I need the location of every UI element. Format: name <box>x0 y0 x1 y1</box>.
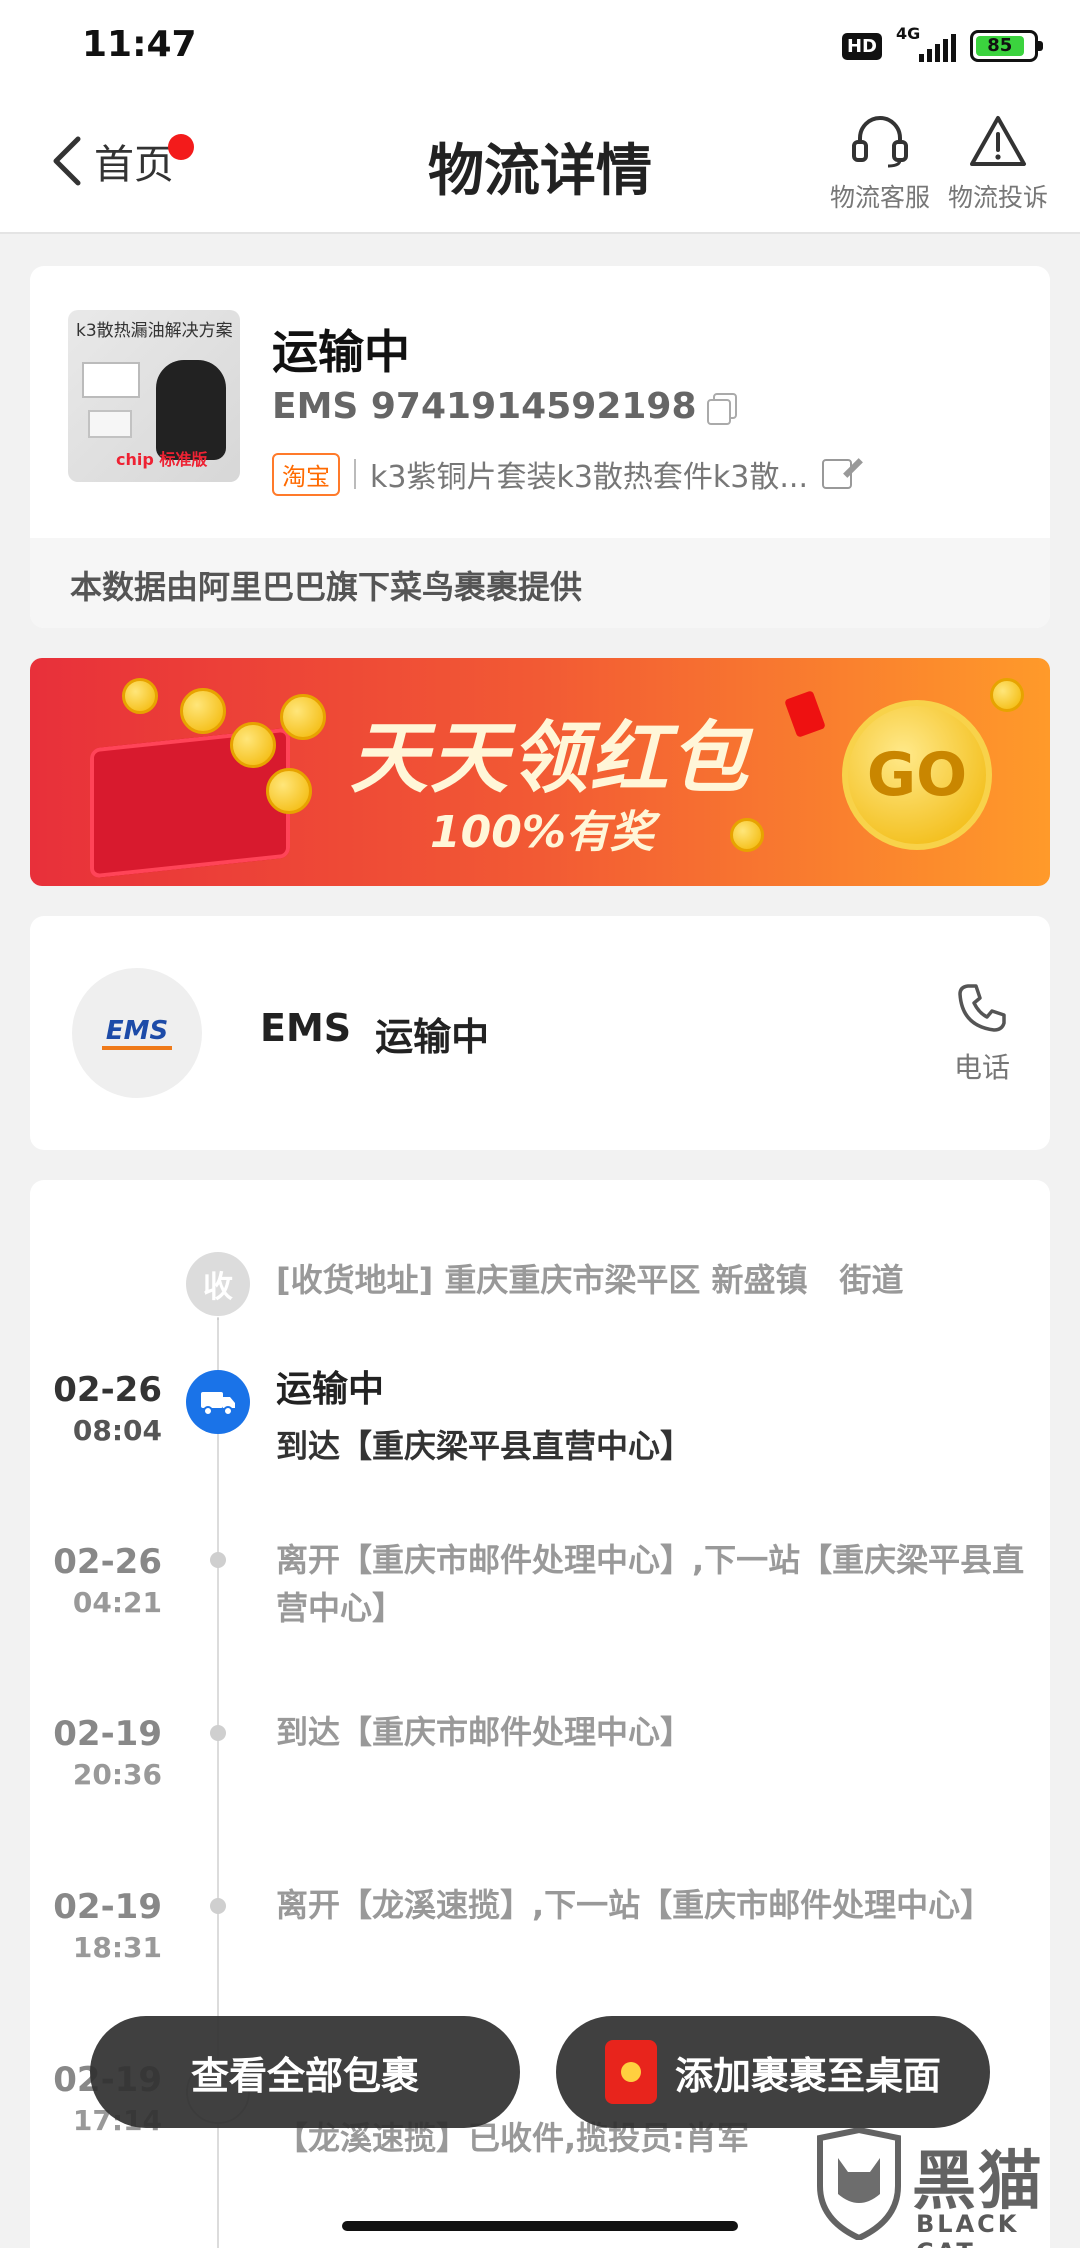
thumbnail-chip-label: chip 标准版 <box>116 450 208 469</box>
logistics-complaint-button[interactable]: 物流投诉 <box>938 112 1058 214</box>
event-datetime: 02-26 04:21 <box>53 1542 162 1619</box>
heatsink-plate-image <box>82 362 140 398</box>
banner-title: 天天领红包 <box>350 714 751 804</box>
timeline-dot <box>210 1898 226 1914</box>
status-icons: HD 4G 85 <box>841 24 1043 66</box>
red-packet-banner[interactable]: 天天领红包 100%有奖 GO <box>30 658 1050 886</box>
event-date: 02-26 <box>53 1542 162 1582</box>
battery-icon: 85 <box>970 30 1043 62</box>
item-name: k3紫铜片套装k3散热套件k3散... <box>370 460 808 495</box>
coin-icon <box>230 722 276 768</box>
tracking-number-row: EMS 9741914592198 <box>272 386 737 427</box>
event-time: 20:36 <box>72 1758 162 1791</box>
tracking-number: EMS 9741914592198 <box>272 386 697 427</box>
headset-icon <box>852 116 908 168</box>
event-datetime: 02-19 20:36 <box>53 1714 162 1791</box>
divider <box>354 459 356 489</box>
phone-label: 电话 <box>953 1051 1010 1084</box>
coin-icon <box>990 678 1024 712</box>
hd-icon: HD <box>841 32 882 60</box>
carrier-status: 运输中 <box>375 1015 490 1059</box>
ems-logo: EMS <box>72 968 202 1098</box>
package-card[interactable]: k3散热漏油解决方案 chip 标准版 运输中 EMS 974191459219… <box>30 266 1050 628</box>
coin-icon <box>266 768 312 814</box>
carrier-name: EMS <box>260 1006 352 1050</box>
edit-icon[interactable] <box>822 459 852 489</box>
event-datetime: 02-19 18:31 <box>53 1887 162 1964</box>
event-text: 到达【重庆梁平县直营中心】 <box>276 1427 693 1465</box>
service-label: 物流客服 <box>829 183 930 212</box>
blackcat-watermark: 黑猫 BLACK CAT <box>812 2124 1080 2248</box>
event-date: 02-19 <box>53 1887 162 1927</box>
event-time: 18:31 <box>72 1931 162 1964</box>
blackcat-shield-icon <box>817 2128 901 2240</box>
carrier-info: EMS 运输中 <box>260 1006 489 1061</box>
red-packet-icon <box>784 690 826 738</box>
data-source-note: 本数据由阿里巴巴旗下菜鸟裹裹提供 <box>70 568 583 606</box>
event-text: 离开【重庆市邮件处理中心】,下一站【重庆梁平县直营中心】 <box>276 1541 1025 1627</box>
timeline-dot <box>210 1552 226 1568</box>
logistics-service-button[interactable]: 物流客服 <box>820 112 940 214</box>
battery-level: 85 <box>976 36 1024 56</box>
status-time: 11:47 <box>82 24 197 65</box>
copy-icon[interactable] <box>706 392 737 425</box>
coin-icon <box>280 694 326 740</box>
data-source-footer: 本数据由阿里巴巴旗下菜鸟裹裹提供 <box>30 538 1050 628</box>
red-packet-icon <box>604 2040 657 2104</box>
item-source-row: 淘宝 k3紫铜片套装k3散热套件k3散... <box>272 452 852 496</box>
complaint-label: 物流投诉 <box>947 183 1048 212</box>
watermark-cn: 黑猫 <box>912 2145 1044 2219</box>
go-button[interactable]: GO <box>842 700 992 850</box>
product-thumbnail[interactable]: k3散热漏油解决方案 chip 标准版 <box>68 310 240 482</box>
status-bar: 11:47 HD 4G 85 <box>0 0 1080 92</box>
phone-button[interactable]: 电话 <box>954 980 1010 1086</box>
nav-bar: 首页 物流详情 物流客服 物流投诉 <box>0 92 1080 234</box>
ems-logo-text: EMS <box>101 1016 173 1050</box>
coin-icon <box>180 688 226 734</box>
coin-icon <box>122 678 158 714</box>
view-all-packages-button[interactable]: 查看全部包裹 <box>90 2016 520 2128</box>
glove-image <box>156 360 226 460</box>
network-type: 4G <box>896 24 921 43</box>
coin-icon <box>730 818 764 852</box>
event-text: 到达【重庆市邮件处理中心】 <box>276 1713 693 1751</box>
phone-icon <box>958 984 1006 1032</box>
event-time: 08:04 <box>72 1414 162 1447</box>
view-all-label: 查看全部包裹 <box>190 2053 419 2098</box>
shipping-status: 运输中 <box>272 325 410 379</box>
taobao-badge: 淘宝 <box>272 452 340 496</box>
event-date: 02-19 <box>53 1714 162 1754</box>
watermark-en: BLACK CAT <box>916 2210 1020 2248</box>
event-time: 04:21 <box>72 1586 162 1619</box>
banner-subtitle: 100%有奖 <box>430 807 654 858</box>
thumbnail-caption: k3散热漏油解决方案 <box>76 321 233 341</box>
event-title: 运输中 <box>276 1369 385 1410</box>
timeline-dot <box>210 1725 226 1741</box>
delivery-address: [收货地址] 重庆重庆市梁平区 新盛镇 街道 <box>276 1261 904 1299</box>
event-date: 02-26 <box>53 1370 162 1410</box>
home-indicator[interactable] <box>342 2221 738 2231</box>
event-datetime: 02-26 08:04 <box>53 1370 162 1447</box>
truck-icon <box>186 1370 250 1434</box>
warning-triangle-icon <box>970 116 1026 166</box>
event-text: 离开【龙溪速揽】,下一站【重庆市邮件处理中心】 <box>276 1886 993 1924</box>
add-to-desktop-button[interactable]: 添加裹裹至桌面 <box>556 2016 990 2128</box>
signal-icon: 4G <box>896 24 956 64</box>
carrier-card: EMS EMS 运输中 电话 <box>30 916 1050 1150</box>
heatsink-plate-image <box>88 410 132 438</box>
add-desktop-label: 添加裹裹至桌面 <box>674 2053 941 2098</box>
receive-badge: 收 <box>186 1252 250 1316</box>
